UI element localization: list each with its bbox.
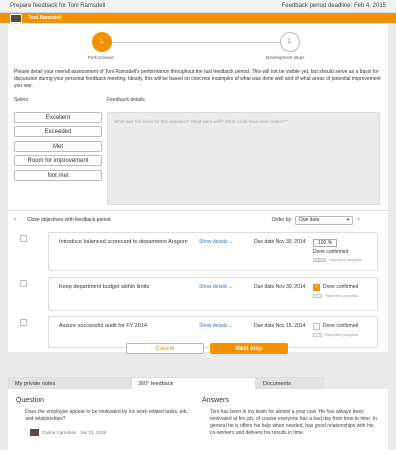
done-checked-icon[interactable]: ✓ [313,284,320,291]
step-line [102,42,296,43]
instructions-text: Please detail your overall assessment of… [14,69,381,89]
objective-title: Introduce balanced scorecard to departme… [59,239,188,245]
next-step-button[interactable]: Next step [210,343,288,354]
order-by-select[interactable]: Due date ▾ [295,215,354,225]
status-text: Done confirmed [323,284,359,290]
tab-private-notes[interactable]: My private notes [8,377,131,389]
status-text: Done confirmed [323,323,359,329]
show-details-link[interactable]: Show details ⌄ [199,239,233,245]
divider [8,210,388,211]
deadline-text: Feedback period deadline: Feb 4, 2015 [281,3,386,9]
order-by: Order by Due date ▾ + [271,215,360,225]
bottom-tabs: My private notes 360° feedback Documents [8,377,388,389]
chevron-down-icon: ▾ [346,217,350,223]
objective-row-1: Introduce balanced scorecard to departme… [48,232,378,271]
progress-area: ✓ Done confirmed Reported progress [313,284,373,298]
objective-3-checkbox[interactable] [20,319,27,326]
answer-text: Toni has been in my team for almost a ye… [210,409,377,436]
feedback-card: 1. 2. Performance Development steps Plea… [8,24,388,354]
cancel-button[interactable]: Cancel [126,343,204,354]
employee-bar: Toni Ramsdell [0,13,396,23]
select-label: Select [14,97,28,103]
reported-progress: 100 % Reported progress [313,257,363,263]
reported-progress: Reported progress [313,293,373,298]
reported-progress: Reported progress [313,332,373,337]
employee-name: Toni Ramsdell [28,15,62,21]
due-date: Due date Nov 15, 2014 [254,323,306,329]
objective-title: Assure successful audit for FY 2014 [59,323,147,329]
question-heading: Question [16,397,45,404]
feedback-panel: Question Answers Does the employee appea… [8,389,388,450]
tab-documents[interactable]: Documents [256,377,324,389]
collapse-icon[interactable]: + [14,217,17,223]
rating-exceeded-button[interactable]: Exceeded [14,126,102,137]
rating-met-button[interactable]: Met [14,141,102,152]
objective-row-2: Keep department budget within limits Sho… [48,277,378,311]
avatar [30,429,39,436]
step-1[interactable]: 1. [92,32,112,52]
objective-title: Keep department budget within limits [59,284,150,290]
page-title: Prepare feedback for Toni Ramsdell [10,3,106,9]
show-details-link[interactable]: Show details ⌄ [199,284,233,290]
feedback-details-label: Feedback details [107,97,145,103]
progress-input[interactable]: 100 % [313,239,338,247]
progress-area: 100 % Done confirmed 100 % Reported prog… [313,239,373,263]
rating-room-for-improvement-button[interactable]: Room for improvement [14,155,102,166]
done-unchecked-icon[interactable] [313,323,320,330]
order-by-label: Order by [271,217,292,223]
order-by-value: Due date [299,217,320,223]
status-text: Done confirmed [313,249,349,255]
objective-2-checkbox[interactable] [20,280,27,287]
question-text: Does the employee appear to be motivated… [25,409,188,422]
close-objectives-label: Close objectives with feedback period [26,217,111,223]
show-details-link[interactable]: Show details ⌄ [199,323,233,329]
step-1-label: Performance [88,55,114,60]
answers-heading: Answers [202,397,229,404]
close-objectives-row: + Close objectives with feedback period … [14,214,382,226]
sort-toggle-icon[interactable]: + [357,217,360,223]
feedback-textarea[interactable]: What was the basis for this valuation? W… [107,112,380,205]
step-indicator: 1. 2. Performance Development steps [8,30,388,62]
rating-not-met-button[interactable]: Not met [14,170,102,181]
due-date: Due date Nov 30, 2014 [254,284,306,290]
due-date: Due date Nov 30, 2014 [254,239,306,245]
top-bar: Prepare feedback for Toni Ramsdell Feedb… [0,0,396,13]
progress-area: Done confirmed Reported progress [313,323,373,337]
step-2-label: Development steps [266,55,305,60]
tab-360-feedback[interactable]: 360° feedback [131,377,256,389]
objective-1-checkbox[interactable] [20,235,27,242]
rating-excellent-button[interactable]: Excellent [14,112,102,123]
action-buttons: Cancel Next step [126,343,288,354]
reported-progress-value: 100 % [313,257,326,263]
step-2[interactable]: 2. [280,32,300,52]
question-author: Carina Carnahan , Jan 21, 2015 [30,429,106,436]
avatar [10,13,22,23]
